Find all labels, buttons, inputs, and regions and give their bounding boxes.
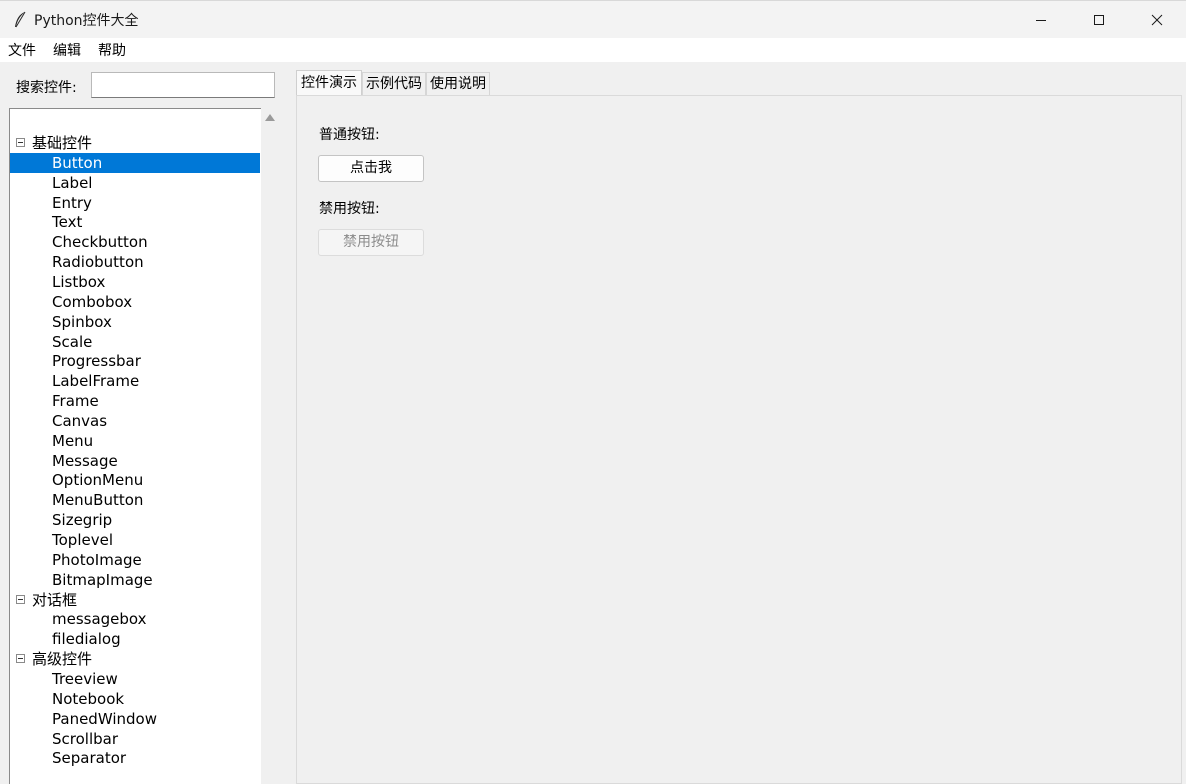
tree-item-label: Scale	[52, 332, 93, 351]
collapse-toggle-icon[interactable]	[16, 594, 25, 604]
tree-group[interactable]: 基础控件	[10, 133, 260, 153]
tree-item[interactable]: Canvas	[10, 411, 260, 431]
tree-item-label: Text	[52, 213, 83, 232]
tree-item-label: Button	[52, 153, 103, 172]
title-bar: Python控件大全	[0, 0, 1186, 38]
tree-item-label: Entry	[52, 193, 92, 212]
tree-item[interactable]: Scrollbar	[10, 729, 260, 749]
tree-item[interactable]: Notebook	[10, 689, 260, 709]
tree-item-label: BitmapImage	[52, 570, 153, 589]
tree-item-label: Progressbar	[52, 352, 141, 371]
tree-item[interactable]: Frame	[10, 391, 260, 411]
tree-item-label: Combobox	[52, 292, 133, 311]
tree-item[interactable]: Button	[10, 152, 260, 173]
tab-usage[interactable]: 使用说明	[426, 72, 490, 96]
tree-group-label: 基础控件	[32, 134, 93, 152]
tree-item[interactable]: Label	[10, 173, 260, 193]
tree-item[interactable]: MenuButton	[10, 490, 260, 510]
tree-item-label: filedialog	[52, 630, 121, 649]
tree-item[interactable]: Listbox	[10, 272, 260, 292]
tree-item-label: Frame	[52, 392, 99, 411]
tree-item-label: Menu	[52, 431, 94, 450]
tree-group-label: 高级控件	[32, 650, 93, 669]
widget-tree[interactable]: 基础控件 Button Label Entry Text Checkbutton Radio…	[9, 108, 261, 784]
left-panel: 搜索控件: 基础控件 Button Label Entry Text Checkbutto…	[0, 62, 290, 784]
tree-group-label: 对话框	[32, 590, 78, 609]
tree-item[interactable]: LabelFrame	[10, 371, 260, 391]
tree-item[interactable]: Scale	[10, 332, 260, 352]
menu-bar: 文件 编辑 帮助	[0, 38, 1186, 62]
tab-demo[interactable]: 控件演示	[296, 70, 362, 96]
tree-item-label: MenuButton	[52, 491, 144, 510]
click-me-button[interactable]: 点击我	[318, 155, 424, 182]
tree-item[interactable]: Entry	[10, 193, 260, 213]
tree-item-label: OptionMenu	[52, 471, 144, 490]
disabled-button-label: 禁用按钮:	[319, 201, 380, 217]
tree-item-label: Canvas	[52, 411, 108, 430]
collapse-toggle-icon[interactable]	[16, 138, 25, 147]
window-title: Python控件大全	[34, 12, 139, 29]
collapse-toggle-icon[interactable]	[16, 654, 25, 664]
tree-item-label: PanedWindow	[52, 709, 157, 728]
tree-item[interactable]: Treeview	[10, 669, 260, 689]
tree-item[interactable]: Sizegrip	[10, 510, 260, 530]
tree-item[interactable]: Text	[10, 212, 260, 232]
tree-item-label: Separator	[52, 749, 127, 768]
tree-item[interactable]: BitmapImage	[10, 570, 260, 590]
minimize-button[interactable]	[1012, 1, 1070, 39]
scroll-up-arrow-icon[interactable]	[265, 114, 275, 121]
tree-item-label: PhotoImage	[52, 550, 142, 569]
tree-item-label: Notebook	[52, 689, 125, 708]
close-icon	[1151, 14, 1163, 26]
tree-item[interactable]: Combobox	[10, 292, 260, 312]
tree-item-label: Checkbutton	[52, 233, 148, 252]
tree-group[interactable]: 高级控件	[10, 649, 260, 669]
tree-item-label: Message	[52, 451, 118, 470]
right-panel: 控件演示 示例代码 使用说明 普通按钮: 点击我 禁用按钮: 禁用按钮	[296, 62, 1186, 784]
tree-item[interactable]: Radiobutton	[10, 252, 260, 272]
tab-sample-code[interactable]: 示例代码	[362, 72, 426, 96]
tree-item[interactable]: Toplevel	[10, 530, 260, 550]
menu-help[interactable]: 帮助	[90, 40, 135, 60]
menu-edit[interactable]: 编辑	[45, 40, 90, 60]
tree-item-label: Sizegrip	[52, 511, 113, 530]
maximize-button[interactable]	[1070, 1, 1128, 39]
menu-file[interactable]: 文件	[0, 40, 45, 60]
tree-item[interactable]: Progressbar	[10, 351, 260, 371]
tree-item[interactable]: Spinbox	[10, 312, 260, 332]
search-input[interactable]	[91, 72, 275, 98]
tree-item[interactable]: Message	[10, 451, 260, 471]
tree-item[interactable]: Menu	[10, 431, 260, 451]
close-button[interactable]	[1128, 1, 1186, 39]
tree-item[interactable]: Checkbutton	[10, 232, 260, 252]
tree-item-label: LabelFrame	[52, 372, 140, 391]
tab-bar: 控件演示 示例代码 使用说明	[296, 70, 490, 96]
tree-item[interactable]: PhotoImage	[10, 550, 260, 570]
tree-item-label: Label	[52, 173, 93, 192]
disabled-button: 禁用按钮	[318, 229, 424, 256]
tree-item-label: Treeview	[52, 669, 118, 688]
tree-group[interactable]: 对话框	[10, 590, 260, 610]
tree-item-label: Listbox	[52, 272, 106, 291]
minimize-icon	[1036, 20, 1046, 21]
tree-item[interactable]: OptionMenu	[10, 470, 260, 490]
tree-item[interactable]: PanedWindow	[10, 709, 260, 729]
maximize-icon	[1094, 15, 1104, 25]
tree-item[interactable]: messagebox	[10, 609, 260, 629]
tree-item[interactable]: Separator	[10, 748, 260, 768]
search-label: 搜索控件:	[16, 80, 77, 96]
feather-icon	[10, 10, 30, 30]
tree-item-label: Scrollbar	[52, 729, 118, 748]
tree-item[interactable]: filedialog	[10, 629, 260, 649]
tree-item-label: Radiobutton	[52, 253, 144, 272]
tree-item-label: Spinbox	[52, 312, 112, 331]
tree-item-label: Toplevel	[52, 531, 113, 549]
normal-button-label: 普通按钮:	[319, 127, 380, 143]
tab-content: 普通按钮: 点击我 禁用按钮: 禁用按钮	[296, 95, 1182, 784]
tree-item-label: messagebox	[52, 610, 147, 629]
